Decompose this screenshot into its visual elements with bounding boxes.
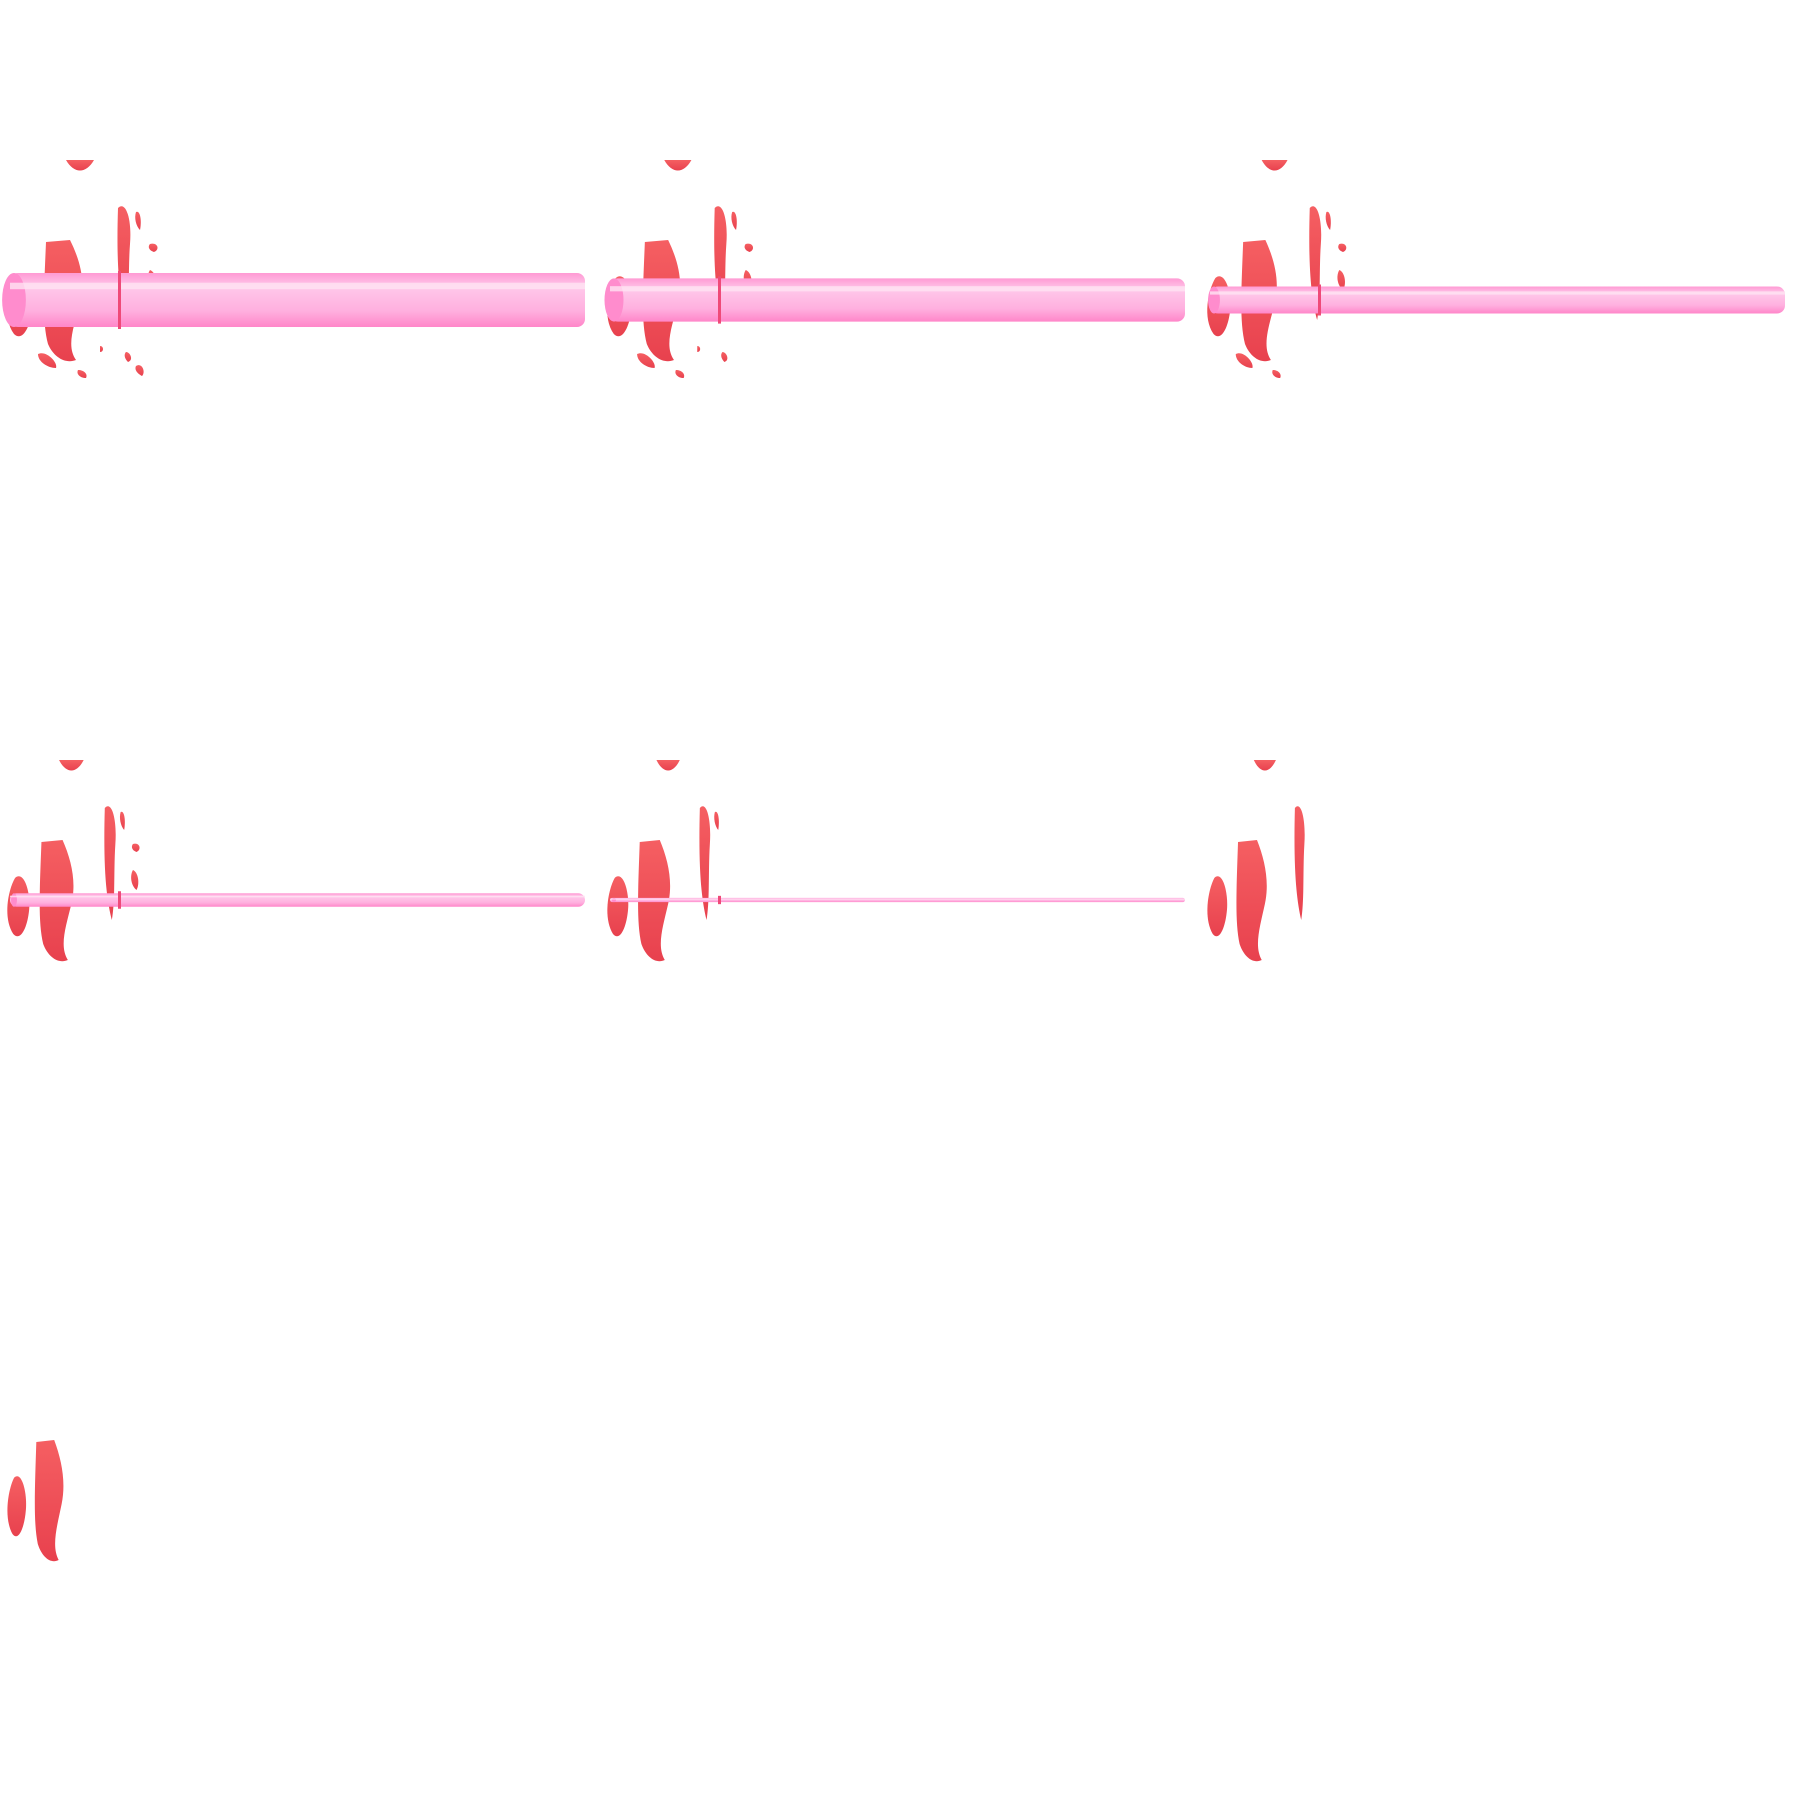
flame-burst-icon <box>7 1440 64 1562</box>
flame-shard-5 <box>1325 211 1331 230</box>
sprite-frame-6 <box>1207 760 1305 962</box>
flame-shard-1 <box>7 1476 27 1537</box>
flame-shard-12 <box>135 365 144 376</box>
beam-start-cap <box>2 273 26 327</box>
beam-start-cap <box>1208 286 1220 314</box>
flame-burst-icon <box>7 160 158 378</box>
beam-ring <box>118 891 121 909</box>
flame-shard-5 <box>714 811 719 830</box>
sprite-frame-2 <box>604 160 1185 378</box>
flame-shard-8 <box>637 353 655 368</box>
flame-shard-6 <box>131 843 140 852</box>
flame-shard-1 <box>607 876 629 937</box>
flame-shard-1 <box>1207 876 1228 937</box>
beam-highlight <box>10 895 585 898</box>
sprite-frame-7 <box>7 1440 64 1562</box>
flame-shard-10 <box>721 352 728 362</box>
flame-shard-9 <box>77 370 87 378</box>
flame-shard-5 <box>135 211 141 230</box>
beam-highlight <box>610 286 1185 292</box>
beam-start-cap <box>11 893 17 907</box>
beam-highlight <box>1210 291 1785 295</box>
flame-shard-11 <box>100 346 103 352</box>
flame-shard-4 <box>1294 806 1305 920</box>
flame-shard-3 <box>664 160 692 171</box>
flame-shard-9 <box>675 370 685 378</box>
flame-shard-3 <box>656 760 680 771</box>
flame-shard-4 <box>699 806 711 920</box>
beam-highlight <box>610 898 1185 900</box>
flame-burst-icon <box>607 760 719 962</box>
beam-start-cap <box>604 278 624 322</box>
sprite-frame-1 <box>2 160 585 378</box>
laser-beam-icon <box>610 895 1185 905</box>
flame-burst-icon <box>7 760 140 962</box>
flame-shard-6 <box>744 243 754 252</box>
flame-shard-5 <box>731 211 737 230</box>
flame-shard-7 <box>131 870 139 890</box>
flame-shard-3 <box>1253 760 1276 771</box>
flame-shard-11 <box>697 346 701 352</box>
flame-burst-icon <box>1207 760 1305 962</box>
flame-shard-6 <box>1338 243 1347 252</box>
flame-shard-2 <box>34 1440 64 1562</box>
flame-shard-3 <box>59 760 84 771</box>
beam-body <box>610 897 1185 903</box>
flame-shard-8 <box>1235 353 1253 368</box>
sprite-sheet <box>2 160 1785 1562</box>
beam-ring <box>118 271 121 329</box>
laser-beam-icon <box>10 891 585 909</box>
sprite-frame-3 <box>1207 160 1785 378</box>
beam-ring <box>1318 284 1321 316</box>
beam-start-cap <box>612 897 616 903</box>
flame-shard-9 <box>1272 370 1281 378</box>
sprite-frame-5 <box>607 760 1185 962</box>
flame-burst-icon <box>1207 160 1347 378</box>
beam-ring <box>718 895 721 905</box>
flame-shard-5 <box>119 811 125 830</box>
laser-beam-icon <box>2 271 585 329</box>
beam-body <box>10 893 585 907</box>
flame-shard-3 <box>1261 160 1288 171</box>
beam-body <box>610 278 1185 322</box>
beam-body <box>10 273 585 327</box>
flame-shard-6 <box>148 243 158 252</box>
sprite-frame-4 <box>7 760 585 962</box>
flame-shard-10 <box>124 352 132 362</box>
flame-shard-8 <box>38 353 57 368</box>
beam-body <box>1210 286 1785 314</box>
laser-beam-icon <box>604 276 1185 324</box>
flame-shard-3 <box>66 160 94 171</box>
beam-ring <box>718 276 721 324</box>
flame-burst-icon <box>607 160 754 378</box>
flame-shard-2 <box>1236 840 1267 962</box>
beam-highlight <box>10 282 585 290</box>
laser-beam-icon <box>1208 284 1785 316</box>
